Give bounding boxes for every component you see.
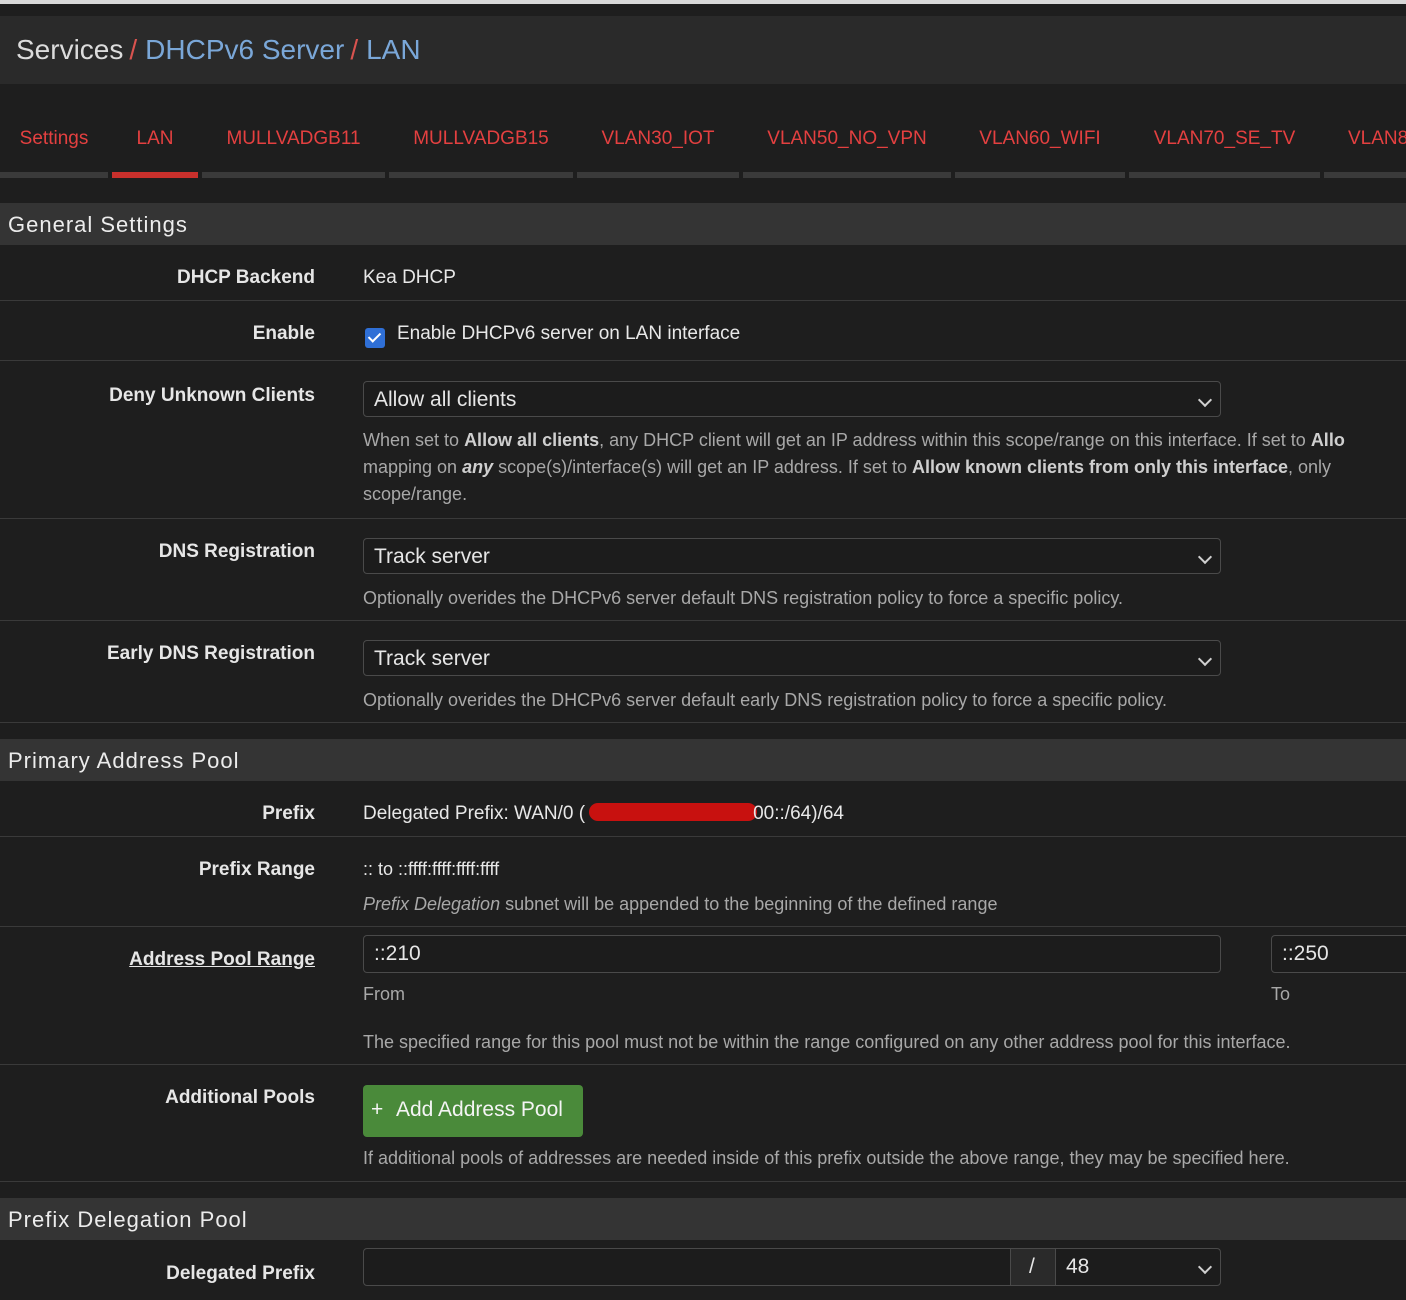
- prefix-label: Prefix: [262, 803, 315, 824]
- redaction-mark: [589, 803, 758, 821]
- dhcp-backend-label: DHCP Backend: [177, 267, 315, 288]
- tab-vlan60-wifi[interactable]: VLAN60_WIFI: [955, 108, 1125, 178]
- early-dns-label: Early DNS Registration: [107, 643, 315, 664]
- add-address-pool-button[interactable]: + Add Address Pool: [363, 1085, 583, 1137]
- breadcrumb-dhcpv6-server[interactable]: DHCPv6 Server: [145, 34, 344, 65]
- deny-unknown-help: When set to Allow all clients, any DHCP …: [363, 430, 1345, 504]
- interface-tabs: Settings LAN MULLVADGB11 MULLVADGB15 VLA…: [0, 108, 1406, 178]
- delegated-prefix-input[interactable]: [363, 1248, 1011, 1286]
- additional-pools-label: Additional Pools: [165, 1087, 315, 1108]
- chevron-down-icon: [1197, 651, 1213, 667]
- row-dns-registration: DNS Registration Track server Optionally…: [0, 519, 1406, 621]
- enable-text: Enable DHCPv6 server on LAN interface: [397, 323, 741, 344]
- address-pool-range-label: Address Pool Range: [129, 949, 315, 970]
- section-general-settings: General Settings: [0, 203, 1406, 245]
- enable-label: Enable: [252, 323, 315, 344]
- section-primary-address-pool: Primary Address Pool: [0, 739, 1406, 781]
- row-delegated-prefix: Delegated Prefix / 48: [0, 1240, 1406, 1300]
- breadcrumb: Services / DHCPv6 Server / LAN: [16, 34, 421, 66]
- row-early-dns-registration: Early DNS Registration Track server Opti…: [0, 621, 1406, 723]
- prefix-value: Delegated Prefix: WAN/0 (00::/64)/64: [363, 803, 844, 824]
- row-additional-pools: Additional Pools + Add Address Pool If ad…: [0, 1065, 1406, 1182]
- row-prefix-range: Prefix Range :: to ::ffff:ffff:ffff:ffff…: [0, 837, 1406, 927]
- deny-unknown-select[interactable]: Allow all clients: [363, 381, 1221, 417]
- additional-pools-help: If additional pools of addresses are nee…: [363, 1148, 1290, 1168]
- pool-from-caption: From: [363, 984, 405, 1004]
- deny-unknown-label: Deny Unknown Clients: [109, 385, 315, 406]
- row-enable: Enable Enable DHCPv6 server on LAN inter…: [0, 301, 1406, 361]
- dhcp-backend-value: Kea DHCP: [363, 267, 456, 288]
- prefix-range-value: :: to ::ffff:ffff:ffff:ffff: [363, 859, 500, 879]
- tab-vlan8[interactable]: VLAN8: [1324, 108, 1406, 178]
- pool-range-help: The specified range for this pool must n…: [363, 1032, 1291, 1052]
- row-prefix: Prefix Delegated Prefix: WAN/0 (00::/64)…: [0, 781, 1406, 837]
- chevron-down-icon: [1197, 392, 1213, 408]
- prefix-range-label: Prefix Range: [198, 859, 315, 880]
- early-dns-select[interactable]: Track server: [363, 640, 1221, 676]
- chevron-down-icon: [1197, 1259, 1213, 1275]
- row-deny-unknown-clients: Deny Unknown Clients Allow all clients W…: [0, 361, 1406, 519]
- section-prefix-delegation-pool: Prefix Delegation Pool: [0, 1198, 1406, 1240]
- breadcrumb-separator: /: [129, 34, 138, 65]
- early-dns-help: Optionally overides the DHCPv6 server de…: [363, 690, 1168, 710]
- enable-checkbox[interactable]: [365, 328, 385, 348]
- tab-mullvadgb11[interactable]: MULLVADGB11: [202, 108, 385, 178]
- plus-icon: +: [371, 1098, 384, 1121]
- tab-vlan70-se-tv[interactable]: VLAN70_SE_TV: [1129, 108, 1320, 178]
- prefix-slash: /: [1010, 1248, 1056, 1286]
- delegated-prefix-label: Delegated Prefix: [166, 1263, 315, 1284]
- breadcrumb-separator: /: [350, 34, 359, 65]
- tab-vlan30-iot[interactable]: VLAN30_IOT: [577, 108, 739, 178]
- row-dhcp-backend: DHCP Backend Kea DHCP: [0, 245, 1406, 301]
- prefix-length-select[interactable]: 48: [1055, 1248, 1221, 1286]
- dns-registration-help: Optionally overides the DHCPv6 server de…: [363, 588, 1123, 608]
- tab-vlan50-no-vpn[interactable]: VLAN50_NO_VPN: [743, 108, 951, 178]
- top-edge: [0, 0, 1406, 4]
- breadcrumb-lan[interactable]: LAN: [366, 34, 420, 65]
- breadcrumb-services: Services: [16, 34, 124, 65]
- prefix-range-help: Prefix Delegation subnet will be appende…: [363, 894, 998, 914]
- chevron-down-icon: [1197, 549, 1213, 565]
- tab-lan[interactable]: LAN: [112, 108, 198, 178]
- pool-to-input[interactable]: [1271, 935, 1406, 973]
- page-header: Services / DHCPv6 Server / LAN: [0, 16, 1406, 84]
- dns-registration-label: DNS Registration: [158, 541, 315, 562]
- tab-settings[interactable]: Settings: [0, 108, 108, 178]
- pool-from-input[interactable]: [363, 935, 1221, 973]
- dns-registration-select[interactable]: Track server: [363, 538, 1221, 574]
- row-address-pool-range: Address Pool Range From To The specified…: [0, 927, 1406, 1065]
- tab-mullvadgb15[interactable]: MULLVADGB15: [389, 108, 573, 178]
- pool-to-caption: To: [1271, 984, 1291, 1004]
